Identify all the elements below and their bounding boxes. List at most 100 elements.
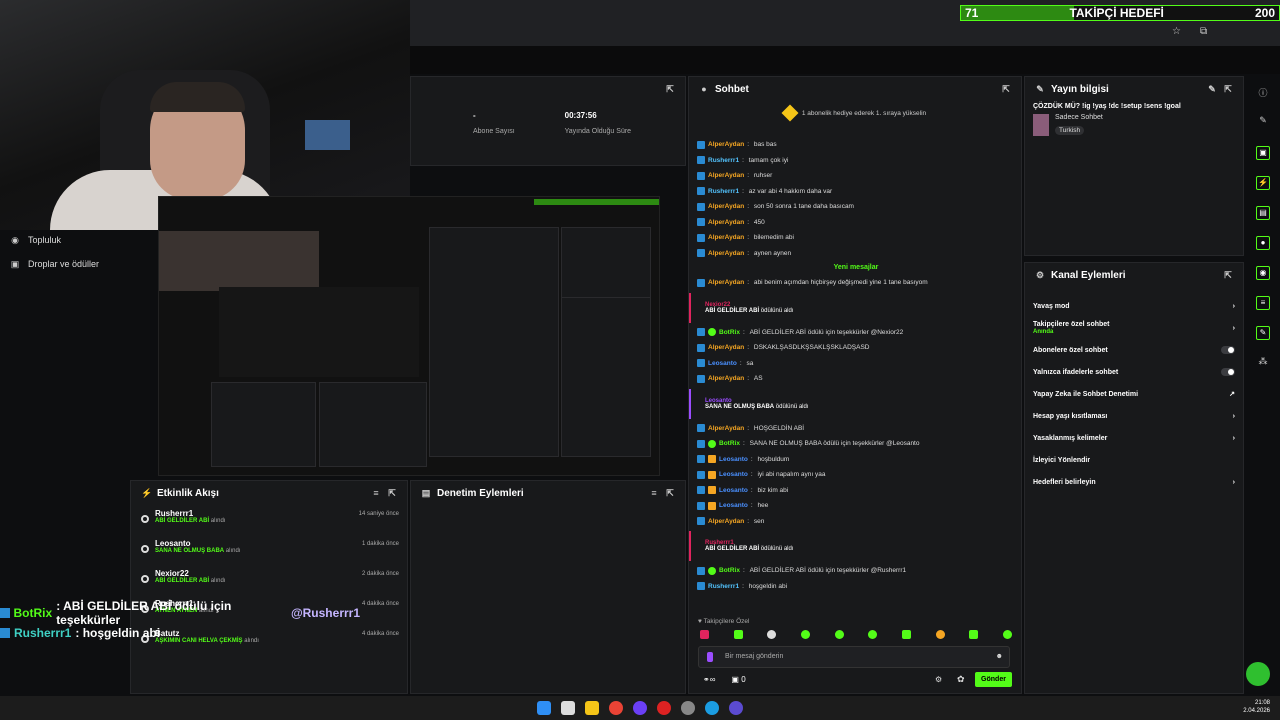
emote-icon[interactable]	[1002, 630, 1012, 639]
chat-user[interactable]: AlperAydan	[708, 219, 744, 226]
bolt-icon[interactable]: ⚡	[1256, 176, 1270, 190]
chat-user[interactable]: AlperAydan	[708, 203, 744, 210]
chat-text: hoşgeldin abi	[748, 582, 788, 590]
info-icon[interactable]: ⓘ	[1246, 86, 1280, 99]
chat-user[interactable]: AlperAydan	[708, 279, 744, 286]
user-dot-icon	[141, 515, 149, 523]
emotes-only-item[interactable]: Yalnızca ifadelerle sohbet	[1025, 361, 1243, 383]
emoji-icon[interactable]: ☻	[996, 647, 1003, 667]
chat-message: Leosanto: hoşbuldum	[697, 452, 1015, 468]
chat-messages[interactable]: AlperAydan: bas bas Rusherrr1: tamam çok…	[689, 137, 1015, 594]
filter-icon[interactable]: ≡	[649, 488, 659, 498]
chat-input[interactable]: Bir mesaj gönderin ☻	[698, 646, 1010, 668]
edit-icon[interactable]: ✎	[1207, 84, 1217, 94]
emote-icon[interactable]	[800, 630, 810, 639]
chat-user[interactable]: BotRix	[719, 329, 740, 336]
obs-icon[interactable]	[681, 701, 695, 715]
ai-moderation-item[interactable]: Yapay Zeka ile Sohbet Denetimi ↗	[1025, 383, 1243, 405]
chat-user[interactable]: Leosanto	[719, 456, 748, 463]
chat-user[interactable]: AlperAydan	[708, 518, 744, 525]
chat-user[interactable]: Leosanto	[719, 471, 748, 478]
gift-icon[interactable]: ✿	[957, 674, 965, 685]
pencil-icon[interactable]: ✎	[1246, 115, 1280, 126]
chat-user[interactable]: Leosanto	[708, 360, 737, 367]
chat-user[interactable]: AlperAydan	[708, 141, 744, 148]
windows-start-icon[interactable]	[537, 701, 551, 715]
preview-goal-bar	[534, 199, 659, 205]
sliders-icon[interactable]: ≡	[1256, 296, 1270, 310]
followers-only-item[interactable]: Takipçilere özel sohbet Anında ›	[1025, 317, 1243, 339]
popout-icon[interactable]: ⇱	[665, 488, 675, 498]
goals-item[interactable]: Hedefleri belirleyin ›	[1025, 471, 1243, 493]
emote-icon[interactable]	[700, 630, 709, 639]
send-button[interactable]: Gönder	[975, 672, 1012, 687]
stream-info-panel: ✎ Yayın bilgisi ✎ ⇱ ÇÖZDÜK MÜ? !ig !yaş …	[1024, 76, 1244, 256]
popout-icon[interactable]: ⇱	[1223, 84, 1233, 94]
apps-icon[interactable]: ⁂	[1246, 356, 1280, 367]
wrench-icon[interactable]: ✎	[1256, 326, 1270, 340]
preview-actions	[561, 297, 651, 457]
reward-suffix: ödülünü aldı	[760, 307, 794, 314]
emote-icon[interactable]	[834, 630, 844, 639]
extensions-icon[interactable]: ⧉	[1200, 26, 1207, 37]
popout-icon[interactable]: ⇱	[1223, 270, 1233, 280]
chat-user[interactable]: Leosanto	[719, 487, 748, 494]
chat-user[interactable]: AlperAydan	[708, 250, 744, 257]
account-age-item[interactable]: Hesap yaşı kısıtlaması ›	[1025, 405, 1243, 427]
reward-text: ABİ GELDİLER ABİ ödülünü aldı	[705, 546, 1015, 552]
chat-user[interactable]: Rusherrr1	[708, 157, 739, 164]
chat-user[interactable]: AlperAydan	[708, 234, 744, 241]
mic-icon[interactable]	[707, 652, 713, 662]
broadcast-icon[interactable]: ◉	[1256, 266, 1270, 280]
users-icon[interactable]: ⚭∞	[703, 675, 715, 684]
ad-icon[interactable]: ▣	[1256, 146, 1270, 160]
action-label: Yalnızca ifadelerle sohbet	[1033, 368, 1119, 376]
chat-user[interactable]: Rusherrr1	[708, 583, 739, 590]
chat-bubble-icon[interactable]: ●	[1256, 236, 1270, 250]
chat-user[interactable]: BotRix	[719, 567, 740, 574]
chat-user[interactable]: BotRix	[719, 440, 740, 447]
raid-item[interactable]: İzleyici Yönlendir	[1025, 449, 1243, 471]
support-fab[interactable]	[1246, 662, 1270, 686]
popout-icon[interactable]: ⇱	[665, 84, 675, 94]
popout-icon[interactable]: ⇱	[387, 488, 397, 498]
discord-icon[interactable]	[633, 701, 647, 715]
emote-row[interactable]	[700, 630, 1012, 642]
chrome-icon[interactable]	[609, 701, 623, 715]
emote-icon[interactable]	[901, 630, 911, 639]
nav-item-community[interactable]: ◉ Topluluk	[0, 230, 130, 250]
activity-suffix: alındı	[225, 548, 241, 554]
preview-chat	[429, 227, 559, 457]
file-explorer-icon[interactable]	[585, 701, 599, 715]
emote-icon[interactable]	[868, 630, 878, 639]
star-icon[interactable]: ☆	[1172, 26, 1181, 37]
system-clock[interactable]: 21:08 2.04.2026	[1243, 699, 1270, 715]
chat-user[interactable]: AlperAydan	[708, 344, 744, 351]
document-icon[interactable]: ▤	[1256, 206, 1270, 220]
opera-icon[interactable]	[657, 701, 671, 715]
subs-only-toggle[interactable]	[1221, 346, 1235, 354]
taskbar-app-icon[interactable]	[561, 701, 575, 715]
taskbar-app-icon[interactable]	[729, 701, 743, 715]
edge-icon[interactable]	[705, 701, 719, 715]
emote-icon[interactable]	[935, 630, 945, 639]
activity-suffix: alındı	[210, 578, 226, 584]
emote-icon[interactable]	[767, 630, 777, 639]
chat-user[interactable]: Leosanto	[719, 502, 748, 509]
chat-user[interactable]: AlperAydan	[708, 172, 744, 179]
banned-words-item[interactable]: Yasaklanmış kelimeler ›	[1025, 427, 1243, 449]
emotes-only-toggle[interactable]	[1221, 368, 1235, 376]
slow-mode-item[interactable]: Yavaş mod ›	[1025, 295, 1243, 317]
chat-user[interactable]: AlperAydan	[708, 425, 744, 432]
popout-icon[interactable]: ⇱	[1001, 84, 1011, 94]
emote-icon[interactable]	[969, 630, 979, 639]
pinned-gift-banner[interactable]: 1 abonelik hediye ederek 1. sıraya yükse…	[689, 101, 1021, 125]
nav-item-drops[interactable]: ▣ Droplar ve ödüller	[0, 254, 130, 274]
chat-user[interactable]: Rusherrr1	[708, 188, 739, 195]
chat-user[interactable]: AlperAydan	[708, 375, 744, 382]
filter-icon[interactable]: ≡	[371, 488, 381, 498]
settings-icon[interactable]: ⚙	[935, 675, 942, 684]
subs-only-item[interactable]: Abonelere özel sohbet	[1025, 339, 1243, 361]
bot-badge-icon	[0, 608, 10, 618]
emote-icon[interactable]	[733, 630, 743, 639]
